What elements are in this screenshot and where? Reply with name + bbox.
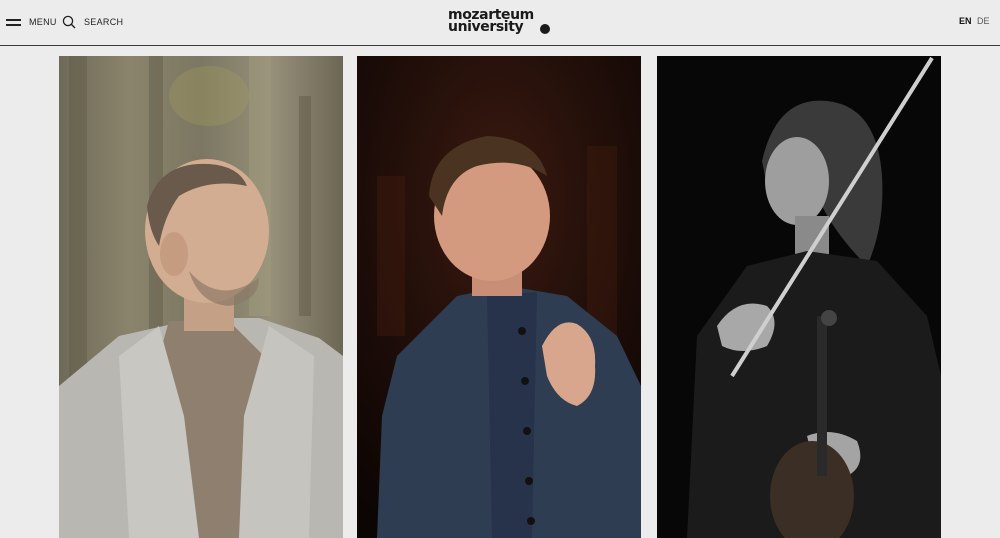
portrait-card-3[interactable] (657, 56, 941, 538)
search-button[interactable]: SEARCH (62, 12, 123, 32)
menu-button[interactable]: MENU (6, 12, 57, 32)
portrait-card-1[interactable] (59, 56, 343, 538)
search-label: SEARCH (84, 17, 124, 27)
logo-text-line2: university (448, 19, 524, 35)
portrait-card-2[interactable] (357, 56, 641, 538)
language-de-link[interactable]: DE (977, 16, 990, 26)
language-en-link[interactable]: EN (959, 16, 972, 26)
search-icon (62, 15, 76, 29)
portrait-photo-1 (59, 56, 343, 538)
portrait-photo-3 (657, 56, 941, 538)
menu-label: MENU (29, 17, 57, 27)
site-header: MENU SEARCH mozarteum university EN DE (0, 0, 1000, 46)
hamburger-icon (6, 19, 21, 26)
portrait-photo-2 (357, 56, 641, 538)
site-logo[interactable]: mozarteum university (448, 8, 552, 35)
logo-dot-icon (540, 24, 550, 34)
